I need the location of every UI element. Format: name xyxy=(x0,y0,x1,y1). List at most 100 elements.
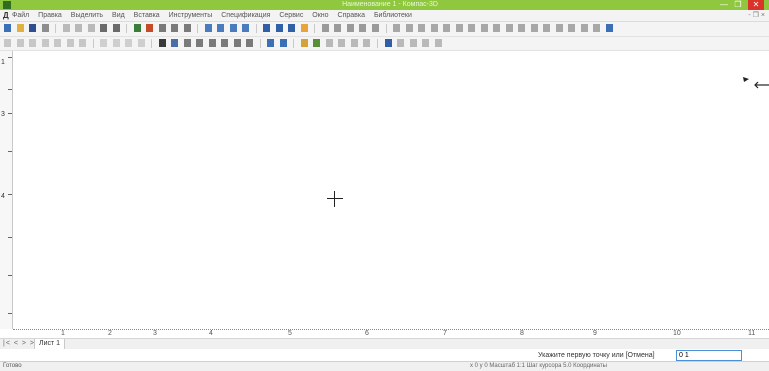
stretch-icon[interactable] xyxy=(555,24,563,32)
undo-icon[interactable] xyxy=(100,24,108,32)
check-icon[interactable] xyxy=(384,39,392,47)
align-icon[interactable] xyxy=(393,24,401,32)
group-icon[interactable] xyxy=(196,39,204,47)
save-icon[interactable] xyxy=(29,24,37,32)
copy-object-icon[interactable] xyxy=(580,24,588,32)
command-input[interactable]: 0 1 xyxy=(676,350,742,361)
measure-icon[interactable] xyxy=(321,24,329,32)
point-icon[interactable] xyxy=(4,39,11,47)
menu-edit[interactable]: Правка xyxy=(38,12,62,19)
restore-button[interactable]: ❐ xyxy=(732,0,744,10)
symbol-icon[interactable] xyxy=(313,39,321,47)
leader-icon[interactable] xyxy=(350,39,358,47)
open-icon[interactable] xyxy=(16,24,24,32)
drawing-canvas[interactable] xyxy=(13,51,769,329)
color-icon[interactable] xyxy=(288,24,296,32)
menu-view[interactable]: Вид xyxy=(112,12,125,19)
rotate-icon[interactable] xyxy=(418,24,426,32)
ungroup-icon[interactable] xyxy=(208,39,216,47)
standard-toolbar xyxy=(0,22,769,37)
scale-icon[interactable] xyxy=(430,24,438,32)
new-document-icon[interactable] xyxy=(4,24,11,32)
document-window-controls[interactable]: - ❐ × xyxy=(748,10,765,21)
insert-block-icon[interactable] xyxy=(171,39,179,47)
view-icon[interactable] xyxy=(267,39,275,47)
zoom-window-icon[interactable] xyxy=(229,24,237,32)
menu-select[interactable]: Выделить xyxy=(71,12,103,19)
report-icon[interactable] xyxy=(397,39,405,47)
zoom-in-icon[interactable] xyxy=(204,24,212,32)
close-button[interactable]: ✕ xyxy=(748,0,764,10)
menu-help[interactable]: Справка xyxy=(338,12,365,19)
circle-icon[interactable] xyxy=(29,39,37,47)
ellipse-icon[interactable] xyxy=(100,39,108,47)
array-icon[interactable] xyxy=(443,24,451,32)
paste-icon[interactable] xyxy=(87,24,95,32)
ortho-icon[interactable] xyxy=(171,24,179,32)
menu-insert[interactable]: Вставка xyxy=(134,12,160,19)
menu-service[interactable]: Сервис xyxy=(279,12,303,19)
print-icon[interactable] xyxy=(41,24,49,32)
highlight-icon[interactable] xyxy=(300,24,308,32)
help-icon[interactable] xyxy=(605,24,613,32)
command-line: Укажите первую точку или [Отмена] 0 1 xyxy=(0,349,769,361)
sheet-navigation-buttons[interactable]: |< < > >| xyxy=(3,340,38,347)
bom-icon[interactable] xyxy=(409,39,417,47)
spline-icon[interactable] xyxy=(79,39,87,47)
menu-tools[interactable]: Инструменты xyxy=(169,12,213,19)
fillet-icon[interactable] xyxy=(493,24,501,32)
send-back-icon[interactable] xyxy=(246,39,254,47)
polyline-icon[interactable] xyxy=(112,39,120,47)
menu-file[interactable]: Файл xyxy=(12,12,29,19)
break-icon[interactable] xyxy=(518,24,526,32)
explode-icon[interactable] xyxy=(543,24,551,32)
annotation-icon[interactable] xyxy=(300,39,308,47)
join-icon[interactable] xyxy=(530,24,538,32)
move-icon[interactable] xyxy=(568,24,576,32)
import-icon[interactable] xyxy=(434,39,442,47)
app-menu-icon[interactable]: Д xyxy=(3,11,9,20)
roughness-icon[interactable] xyxy=(325,39,333,47)
line-width-icon[interactable] xyxy=(275,24,283,32)
bring-front-icon[interactable] xyxy=(233,39,241,47)
grid-icon[interactable] xyxy=(158,24,166,32)
crosshair-cursor-icon xyxy=(327,191,343,207)
menu-specification[interactable]: Спецификация xyxy=(221,12,270,19)
ray-icon[interactable] xyxy=(137,39,145,47)
tolerance-icon[interactable] xyxy=(338,39,346,47)
zoom-out-icon[interactable] xyxy=(217,24,225,32)
minimize-button[interactable]: — xyxy=(718,0,730,10)
layers-icon[interactable] xyxy=(133,24,141,32)
dimension-icon[interactable] xyxy=(334,24,342,32)
export-icon[interactable] xyxy=(422,39,430,47)
arc-icon[interactable] xyxy=(41,39,49,47)
redo-icon[interactable] xyxy=(112,24,120,32)
line-icon[interactable] xyxy=(16,39,24,47)
table-icon[interactable] xyxy=(371,24,379,32)
trim-icon[interactable] xyxy=(468,24,476,32)
properties-icon[interactable] xyxy=(146,24,154,32)
rectangle-icon[interactable] xyxy=(54,39,62,47)
menu-window[interactable]: Окно xyxy=(312,12,328,19)
block-icon[interactable] xyxy=(158,39,166,47)
attribute-icon[interactable] xyxy=(183,39,191,47)
mirror-icon[interactable] xyxy=(405,24,413,32)
text-icon[interactable] xyxy=(346,24,354,32)
order-icon[interactable] xyxy=(221,39,229,47)
chamfer-icon[interactable] xyxy=(505,24,513,32)
line-style-icon[interactable] xyxy=(263,24,271,32)
cut-icon[interactable] xyxy=(62,24,70,32)
snap-icon[interactable] xyxy=(183,24,191,32)
erase-icon[interactable] xyxy=(593,24,601,32)
app-icon[interactable] xyxy=(3,1,11,9)
menu-libraries[interactable]: Библиотеки xyxy=(374,12,412,19)
pan-icon[interactable] xyxy=(242,24,250,32)
datum-icon[interactable] xyxy=(363,39,371,47)
section-icon[interactable] xyxy=(279,39,287,47)
extend-icon[interactable] xyxy=(480,24,488,32)
polygon-icon[interactable] xyxy=(66,39,74,47)
offset-icon[interactable] xyxy=(455,24,463,32)
construction-line-icon[interactable] xyxy=(125,39,133,47)
copy-icon[interactable] xyxy=(75,24,83,32)
hatch-icon[interactable] xyxy=(359,24,367,32)
